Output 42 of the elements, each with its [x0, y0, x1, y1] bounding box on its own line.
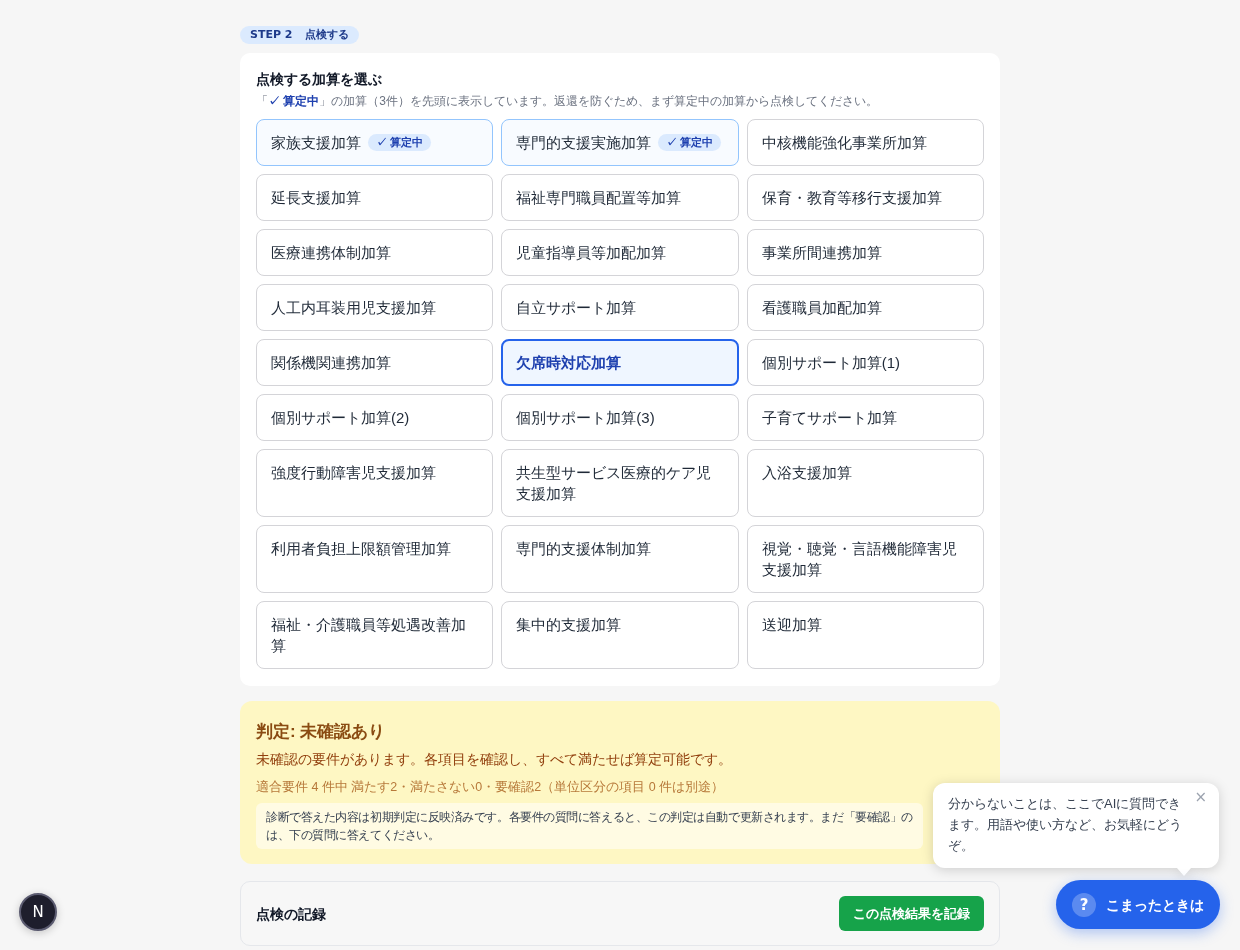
addon-option[interactable]: 個別サポート加算(1) [746, 339, 984, 386]
help-button[interactable]: ? こまったときは [1056, 880, 1220, 929]
addon-option[interactable]: 自立サポート加算 [501, 284, 739, 331]
status-badge: ✓ 算定中 [368, 134, 432, 151]
addon-option[interactable]: 送迎加算 [746, 601, 984, 669]
addon-option[interactable]: 個別サポート加算(2) [256, 394, 494, 441]
addon-option[interactable]: 共生型サービス医療的ケア児支援加算 [501, 449, 739, 517]
verdict-message: 未確認の要件があります。各項目を確認し、すべて満たせば算定可能です。 [256, 750, 733, 769]
addon-option[interactable]: 入浴支援加算 [746, 449, 984, 517]
addon-option[interactable]: 医療連携体制加算 [256, 229, 494, 276]
addon-option[interactable]: 福祉・介護職員等処遇改善加算 [256, 601, 494, 669]
addon-option[interactable]: 事業所間連携加算 [746, 229, 984, 276]
addon-option[interactable]: 強度行動障害児支援加算 [256, 449, 494, 517]
addon-option[interactable]: 専門的支援実施加算 ✓ 算定中 [501, 119, 739, 166]
addon-option[interactable]: 個別サポート加算(3) [501, 394, 739, 441]
step-number: STEP 2 [250, 27, 293, 43]
addon-option[interactable]: 中核機能強化事業所加算 [746, 119, 984, 166]
addon-option[interactable]: 看護職員加配加算 [746, 284, 984, 331]
addon-option[interactable]: 児童指導員等加配加算 [501, 229, 739, 276]
addon-option[interactable]: 欠席時対応加算 [501, 339, 739, 386]
dev-tools-button[interactable]: N [19, 893, 57, 931]
verdict-note: 診断で答えた内容は初期判定に反映済みです。各要件の質問に答えると、この判定は自動で更新されます。まだ「要確認」の は、下の質問に答えてください。 [256, 803, 923, 849]
addon-option[interactable]: 利用者負担上限額管理加算 [256, 525, 494, 593]
addon-option[interactable]: 保育・教育等移行支援加算 [746, 174, 984, 221]
status-badge: ✓ 算定中 [658, 134, 722, 151]
section-title: 点検する加算を選ぶ [256, 70, 383, 89]
addon-option[interactable]: 関係機関連携加算 [256, 339, 494, 386]
addon-option[interactable]: 集中的支援加算 [501, 601, 739, 669]
addon-option[interactable]: 専門的支援体制加算 [501, 525, 739, 593]
record-title: 点検の記録 [256, 904, 326, 924]
verdict-title: 判定: 未確認あり [256, 721, 387, 743]
help-icon: ? [1072, 892, 1096, 917]
addon-option[interactable]: 子育てサポート加算 [746, 394, 984, 441]
step-title: 点検する [304, 27, 349, 43]
section-description: 「✓ 算定中」の加算（3件）を先頭に表示しています。返還を防ぐため、まず算定中の加算から点検してください。 [256, 93, 880, 109]
addon-option[interactable]: 家族支援加算 ✓ 算定中 [256, 119, 494, 166]
addon-option[interactable]: 福祉専門職員配置等加算 [501, 174, 739, 221]
tooltip-text: 分からないことは、ここでAIに質問できます。用語や使い方など、お気軽にどうぞ。 [948, 795, 1183, 855]
addon-option[interactable]: 視覚・聴覚・言語機能障害児支援加算 [746, 525, 984, 593]
addon-option[interactable]: 人工内耳装用児支援加算 [256, 284, 494, 331]
addon-option[interactable]: 延長支援加算 [256, 174, 494, 221]
verdict-summary: 適合要件 4 件中 満たす2・満たさない0・要確認2（単位区分の項目 0 件は別途） [256, 779, 726, 796]
